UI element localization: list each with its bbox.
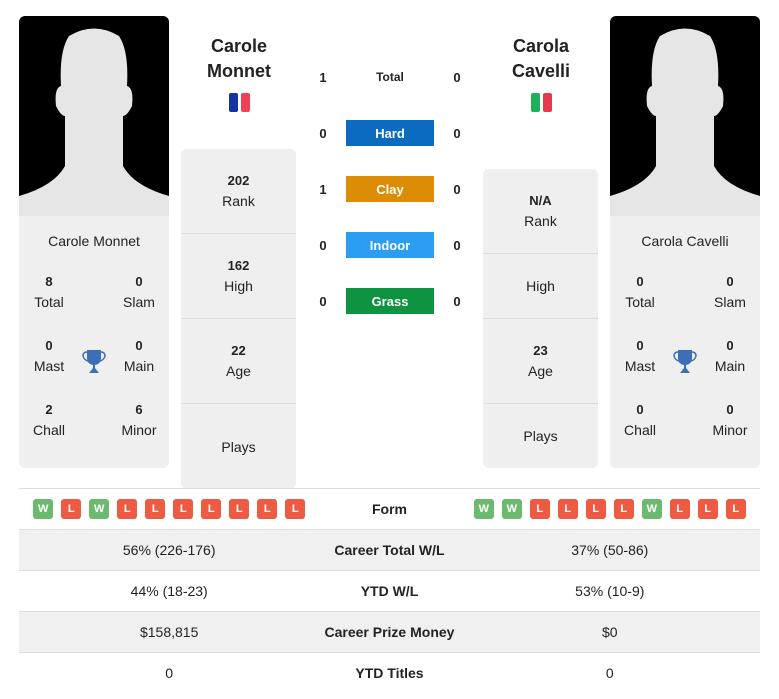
player2-header: Carola Cavelli: [466, 34, 616, 112]
player2-minor-titles: 0 Minor: [712, 402, 748, 438]
player1-chall-titles: 2 Chall: [33, 402, 65, 438]
h2h-grass: 0 Grass 0: [310, 288, 470, 314]
player2-chall-titles: 0 Chall: [624, 402, 656, 438]
player1-minor-titles: 6 Minor: [121, 402, 157, 438]
surface-grass-label: Grass: [346, 288, 434, 314]
table-row: 0 YTD Titles 0: [19, 652, 760, 694]
player1-main-titles: 0 Main: [123, 338, 155, 374]
table-row: 56% (226-176) Career Total W/L 37% (50-8…: [19, 529, 760, 571]
player1-stats-card: 202 Rank 162 High 22 Age Plays: [181, 149, 296, 489]
player2-name[interactable]: Carola Cavelli: [466, 34, 616, 84]
player1-mast-titles: 0 Mast: [33, 338, 65, 374]
player2-age: 23 Age: [483, 319, 598, 404]
player2-full-name: Carola Cavelli: [641, 233, 729, 249]
player1-total-titles: 8 Total: [34, 274, 64, 310]
form-row: WLWLLLLLLL Form WWLLLLWLLL: [19, 488, 760, 530]
france-flag-icon: [164, 93, 314, 112]
silhouette-icon: [610, 28, 760, 216]
form-loss-badge: L: [669, 499, 690, 519]
table-row: 44% (18-23) YTD W/L 53% (10-9): [19, 570, 760, 612]
form-loss-badge: L: [697, 499, 718, 519]
player1-header: Carole Monnet: [164, 34, 314, 112]
silhouette-icon: [19, 28, 169, 216]
comparison-table: WLWLLLLLLL Form WWLLLLWLLL 56% (226-176)…: [19, 488, 760, 694]
form-win-badge: W: [89, 499, 110, 519]
table-row: $158,815 Career Prize Money $0: [19, 611, 760, 653]
player1-photo: [19, 16, 169, 216]
player2-form: WWLLLLWLLL: [460, 499, 760, 519]
form-loss-badge: L: [61, 499, 82, 519]
surface-indoor-label: Indoor: [346, 232, 434, 258]
form-loss-badge: L: [585, 499, 606, 519]
player2-rank: N/A Rank: [483, 169, 598, 254]
player1-plays: Plays: [221, 438, 256, 455]
form-win-badge: W: [501, 499, 522, 519]
player2-stats-card: N/A Rank High 23 Age Plays: [483, 169, 598, 468]
player1-age: 22 Age: [181, 319, 296, 404]
form-loss-badge: L: [529, 499, 550, 519]
form-loss-badge: L: [145, 499, 166, 519]
form-loss-badge: L: [229, 499, 250, 519]
form-loss-badge: L: [613, 499, 634, 519]
trophy-icon: [79, 330, 109, 394]
h2h-hard: 0 Hard 0: [310, 120, 470, 146]
form-label: Form: [319, 488, 460, 530]
form-loss-badge: L: [201, 499, 222, 519]
form-loss-badge: L: [557, 499, 578, 519]
player1-name[interactable]: Carole Monnet: [164, 34, 314, 84]
italy-flag-icon: [466, 93, 616, 112]
h2h-clay: 1 Clay 0: [310, 176, 470, 202]
player1-high: 162 High: [181, 234, 296, 319]
player1-full-name: Carole Monnet: [48, 233, 140, 249]
player1-rank: 202 Rank: [181, 149, 296, 234]
player2-photo: [610, 16, 760, 216]
player2-slam-titles: 0 Slam: [714, 274, 746, 310]
form-loss-badge: L: [725, 499, 746, 519]
player1-slam-titles: 0 Slam: [123, 274, 155, 310]
form-loss-badge: L: [285, 499, 306, 519]
player2-total-titles: 0 Total: [625, 274, 655, 310]
trophy-icon: [670, 330, 700, 394]
player2-plays: Plays: [523, 428, 558, 444]
player1-titles-card: Carole Monnet 8 Total 0 Slam 0 Mast 0 Main 2…: [19, 216, 169, 468]
player2-mast-titles: 0 Mast: [624, 338, 656, 374]
player2-high: High: [483, 254, 598, 319]
player2-main-titles: 0 Main: [714, 338, 746, 374]
form-loss-badge: L: [117, 499, 138, 519]
h2h-total: 1 Total 0: [319, 69, 461, 85]
form-loss-badge: L: [173, 499, 194, 519]
form-win-badge: W: [641, 499, 662, 519]
h2h-indoor: 0 Indoor 0: [310, 232, 470, 258]
form-win-badge: W: [33, 499, 54, 519]
player1-form: WLWLLLLLLL: [19, 499, 319, 519]
form-loss-badge: L: [257, 499, 278, 519]
surface-clay-label: Clay: [346, 176, 434, 202]
player2-titles-card: Carola Cavelli 0 Total 0 Slam 0 Mast 0 Main …: [610, 216, 760, 468]
surface-hard-label: Hard: [346, 120, 434, 146]
form-win-badge: W: [473, 499, 494, 519]
